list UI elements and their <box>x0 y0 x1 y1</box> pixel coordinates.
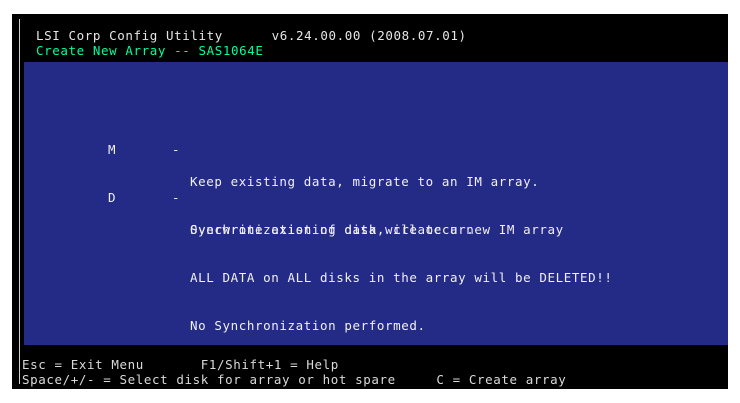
utility-title: LSI Corp Config Utility v6.24.00.00 (200… <box>36 28 467 43</box>
main-panel: M - Keep existing data, migrate to an IM… <box>24 62 728 345</box>
header: LSI Corp Config Utility v6.24.00.00 (200… <box>24 18 724 60</box>
option-key[interactable]: M <box>108 142 116 158</box>
screen-subtitle: Create New Array -- SAS1064E <box>36 43 264 58</box>
option-key[interactable]: D <box>108 190 116 206</box>
footer-help-line-1: Esc = Exit Menu F1/Shift+1 = Help <box>22 357 339 372</box>
footer-help-line-2: Space/+/- = Select disk for array or hot… <box>22 372 567 387</box>
option-description-line: No Synchronization performed. <box>190 318 426 333</box>
option-separator: - <box>172 190 181 205</box>
footer-keybar: Esc = Exit Menu F1/Shift+1 = Help Space/… <box>22 345 728 389</box>
option-separator: - <box>172 142 181 157</box>
option-description-line: Overwrite existing data, create a new IM… <box>190 222 564 237</box>
option-description-line: ALL DATA on ALL disks in the array will … <box>190 270 613 285</box>
option-description-line: Keep existing data, migrate to an IM arr… <box>190 174 540 189</box>
screen-border <box>19 19 20 384</box>
option-overwrite[interactable]: D - Overwrite existing data, create a ne… <box>24 190 728 333</box>
option-description: Overwrite existing data, create a new IM… <box>190 190 613 366</box>
